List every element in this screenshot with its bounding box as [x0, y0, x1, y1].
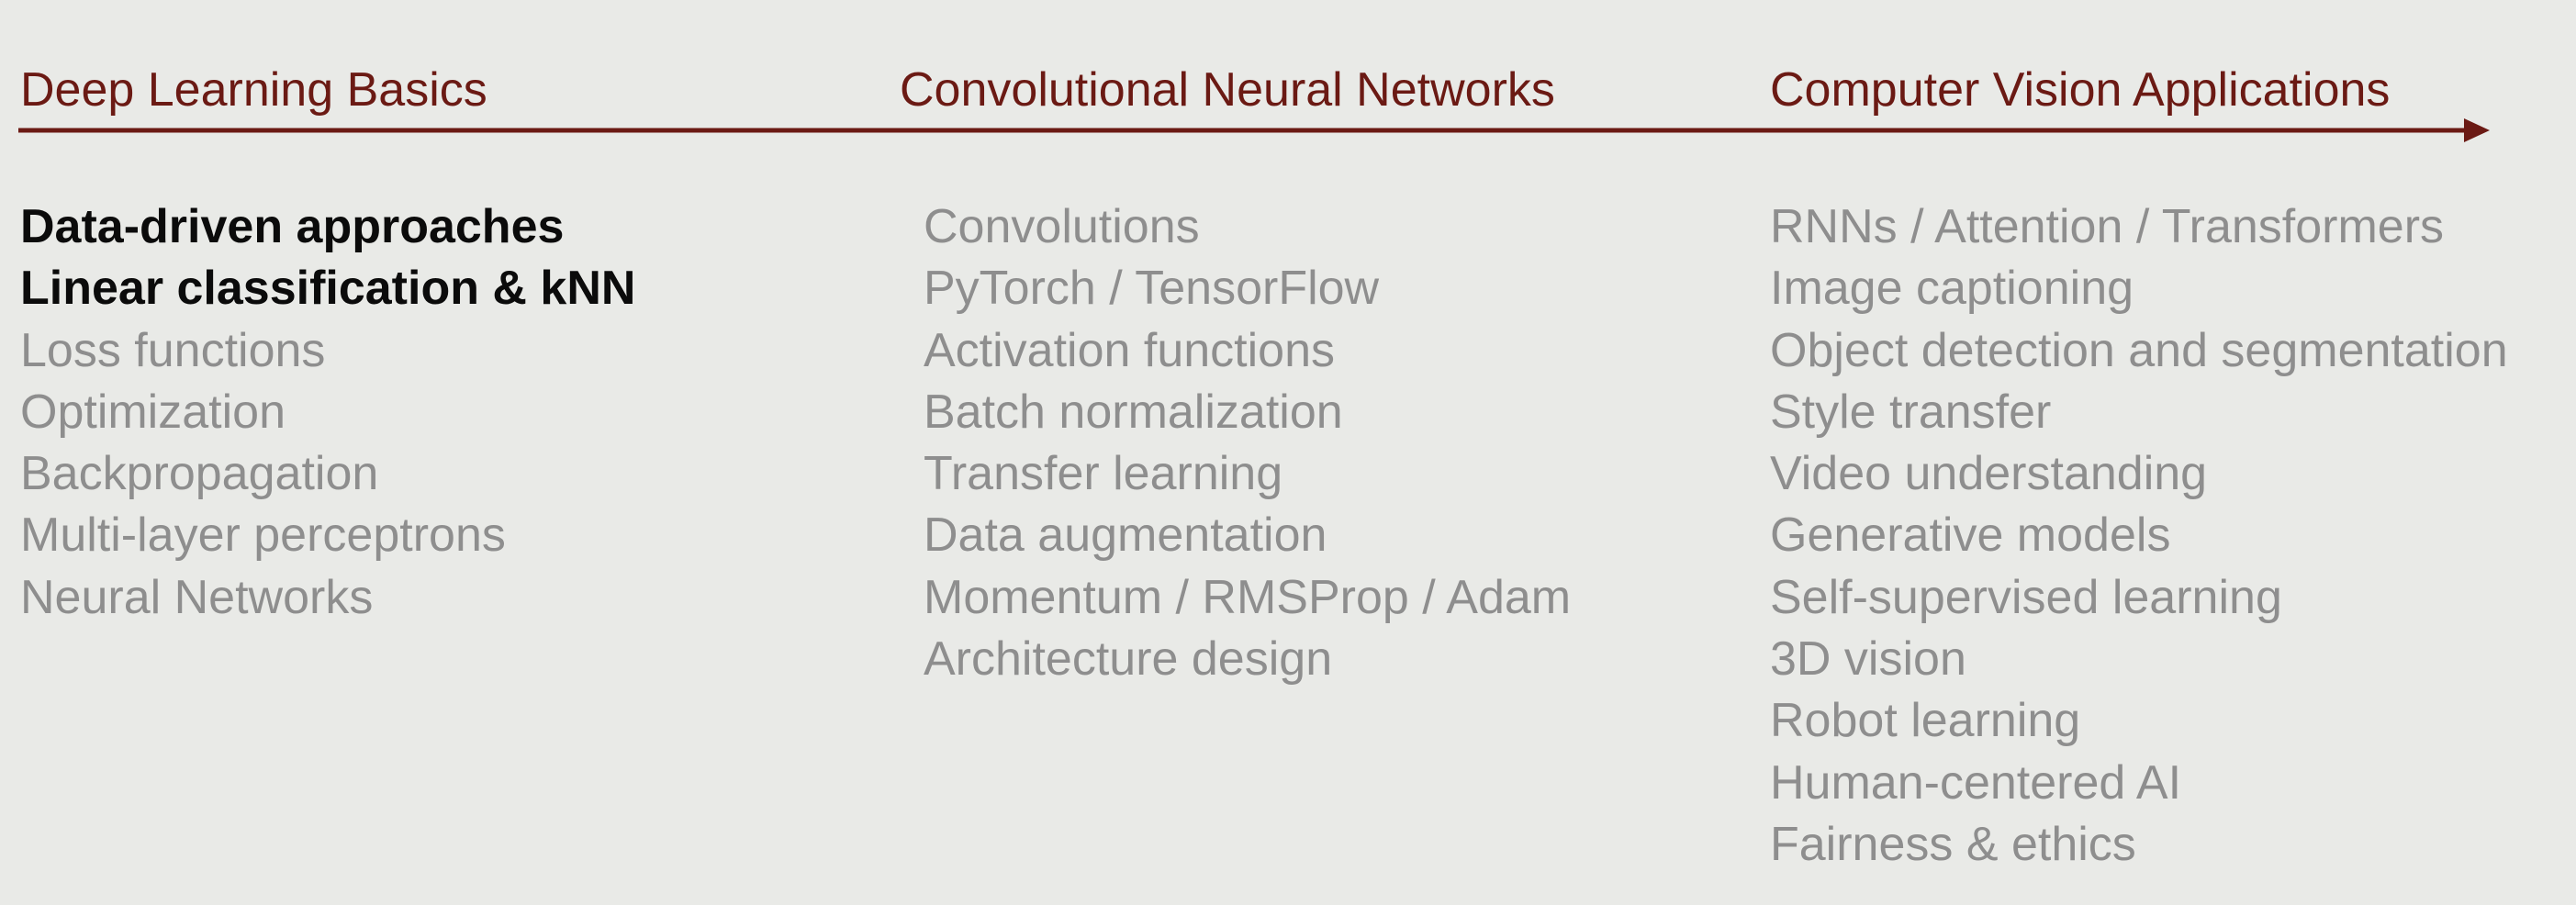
timeline-arrow-head	[2464, 118, 2490, 142]
topic-item: Architecture design	[924, 632, 1333, 687]
topic-item: Linear classification & kNN	[20, 262, 636, 316]
topic-item: Robot learning	[1770, 694, 2081, 748]
topic-item: Optimization	[20, 385, 286, 439]
topic-column-convolutional-neural-networks: Convolutions PyTorch / TensorFlow Activati…	[924, 196, 1571, 690]
topic-item: Human-centered AI	[1770, 755, 2182, 810]
topic-item: Fairness & ethics	[1770, 817, 2136, 871]
topic-column-computer-vision-applications: RNNs / Attention / Transformers Image cap…	[1770, 196, 2508, 876]
heading-deep-learning-basics: Deep Learning Basics	[20, 63, 487, 117]
topic-item: RNNs / Attention / Transformers	[1770, 200, 2445, 253]
topic-item: Convolutions	[924, 200, 1200, 253]
heading-convolutional-neural-networks: Convolutional Neural Networks	[900, 63, 1555, 117]
topic-item: Style transfer	[1770, 385, 2052, 439]
timeline-arrow	[18, 118, 2490, 142]
topic-item: 3D vision	[1770, 632, 1966, 687]
topic-item: Multi-layer perceptrons	[20, 508, 506, 563]
topic-item: Activation functions	[924, 323, 1336, 377]
topic-item: Neural Networks	[20, 570, 374, 624]
topic-item: Data-driven approaches	[20, 200, 565, 253]
topic-item: Self-supervised learning	[1770, 570, 2282, 624]
topic-item: Data augmentation	[924, 508, 1327, 563]
topic-item: Image captioning	[1770, 262, 2134, 316]
topic-item: PyTorch / TensorFlow	[924, 262, 1380, 316]
topic-item: Batch normalization	[924, 385, 1343, 439]
topic-column-deep-learning-basics: Data-driven approaches Linear classificat…	[20, 196, 635, 629]
topic-item: Transfer learning	[924, 447, 1283, 501]
heading-computer-vision-applications: Computer Vision Applications	[1770, 63, 2391, 117]
topic-item: Loss functions	[20, 323, 326, 377]
topic-item: Video understanding	[1770, 447, 2208, 501]
slide: Deep Learning Basics Convolutional Neura…	[0, 0, 2576, 905]
topic-item: Momentum / RMSProp / Adam	[924, 570, 1572, 624]
topic-item: Backpropagation	[20, 447, 379, 501]
topic-item: Object detection and segmentation	[1770, 323, 2508, 377]
topic-item: Generative models	[1770, 508, 2171, 563]
